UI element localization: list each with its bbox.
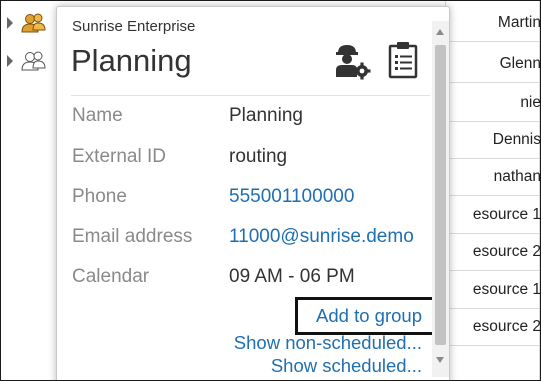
header-divider [71, 95, 430, 96]
field-label-calendar: Calendar [72, 266, 150, 287]
popup-title: Planning [71, 43, 192, 78]
resource-settings-icon[interactable] [332, 40, 372, 80]
resource-table: Martin Glenn nie Dennis nathan esource 1… [445, 1, 541, 380]
table-row[interactable]: esource 1 [445, 196, 541, 234]
table-row[interactable]: Martin [445, 4, 541, 42]
show-non-scheduled-link[interactable]: Show non-scheduled... [234, 332, 422, 354]
table-row[interactable]: esource 1 [445, 271, 541, 309]
table-row[interactable]: nie [445, 84, 541, 122]
scroll-thumb[interactable] [435, 45, 446, 345]
table-cell: nie [520, 93, 541, 111]
table-cell: Glenn [499, 54, 541, 72]
table-row[interactable]: Glenn [445, 45, 541, 83]
table-cell: esource 2 [472, 317, 541, 335]
table-cell: Dennis [492, 130, 541, 148]
email-link[interactable]: 11000@sunrise.demo [229, 226, 414, 248]
table-row[interactable]: nathan [445, 158, 541, 196]
table-row[interactable]: esource 2 [445, 233, 541, 271]
table-cell: Martin [497, 13, 541, 31]
table-row[interactable]: esource 2 [445, 308, 541, 346]
phone-link[interactable]: 555001100000 [229, 186, 354, 208]
app-frame: Martin Glenn nie Dennis nathan esource 1… [0, 0, 541, 381]
field-value-name: Planning [229, 105, 303, 126]
field-label-name: Name [72, 105, 123, 126]
show-scheduled-link[interactable]: Show scheduled... [271, 355, 422, 377]
group-icon [21, 13, 46, 33]
resource-details-popup: Sunrise Enterprise Planning Name Plannin… [56, 6, 450, 380]
field-value-external-id: routing [229, 146, 288, 167]
table-cell: esource 1 [472, 205, 541, 223]
group-outline-icon [21, 51, 46, 71]
field-label-email: Email address [72, 226, 193, 247]
field-label-phone: Phone [72, 186, 127, 207]
field-value-calendar: 09 AM - 06 PM [229, 266, 355, 287]
table-cell: esource 2 [472, 242, 541, 260]
organization-name: Sunrise Enterprise [72, 18, 196, 35]
expand-caret-icon[interactable] [7, 55, 13, 67]
table-cell: nathan [493, 167, 541, 185]
tree-row-group-2[interactable] [7, 47, 47, 75]
tree-row-group-1[interactable] [7, 9, 47, 37]
expand-caret-icon[interactable] [7, 17, 13, 29]
scroll-down-icon[interactable] [436, 357, 444, 363]
table-row[interactable]: Dennis [445, 121, 541, 159]
table-cell: esource 1 [472, 280, 541, 298]
field-label-external-id: External ID [72, 146, 166, 167]
add-to-group-link[interactable]: Add to group [316, 305, 422, 327]
popup-scrollbar[interactable] [432, 21, 449, 377]
scroll-up-icon[interactable] [436, 29, 444, 35]
clipboard-icon[interactable] [387, 40, 419, 80]
